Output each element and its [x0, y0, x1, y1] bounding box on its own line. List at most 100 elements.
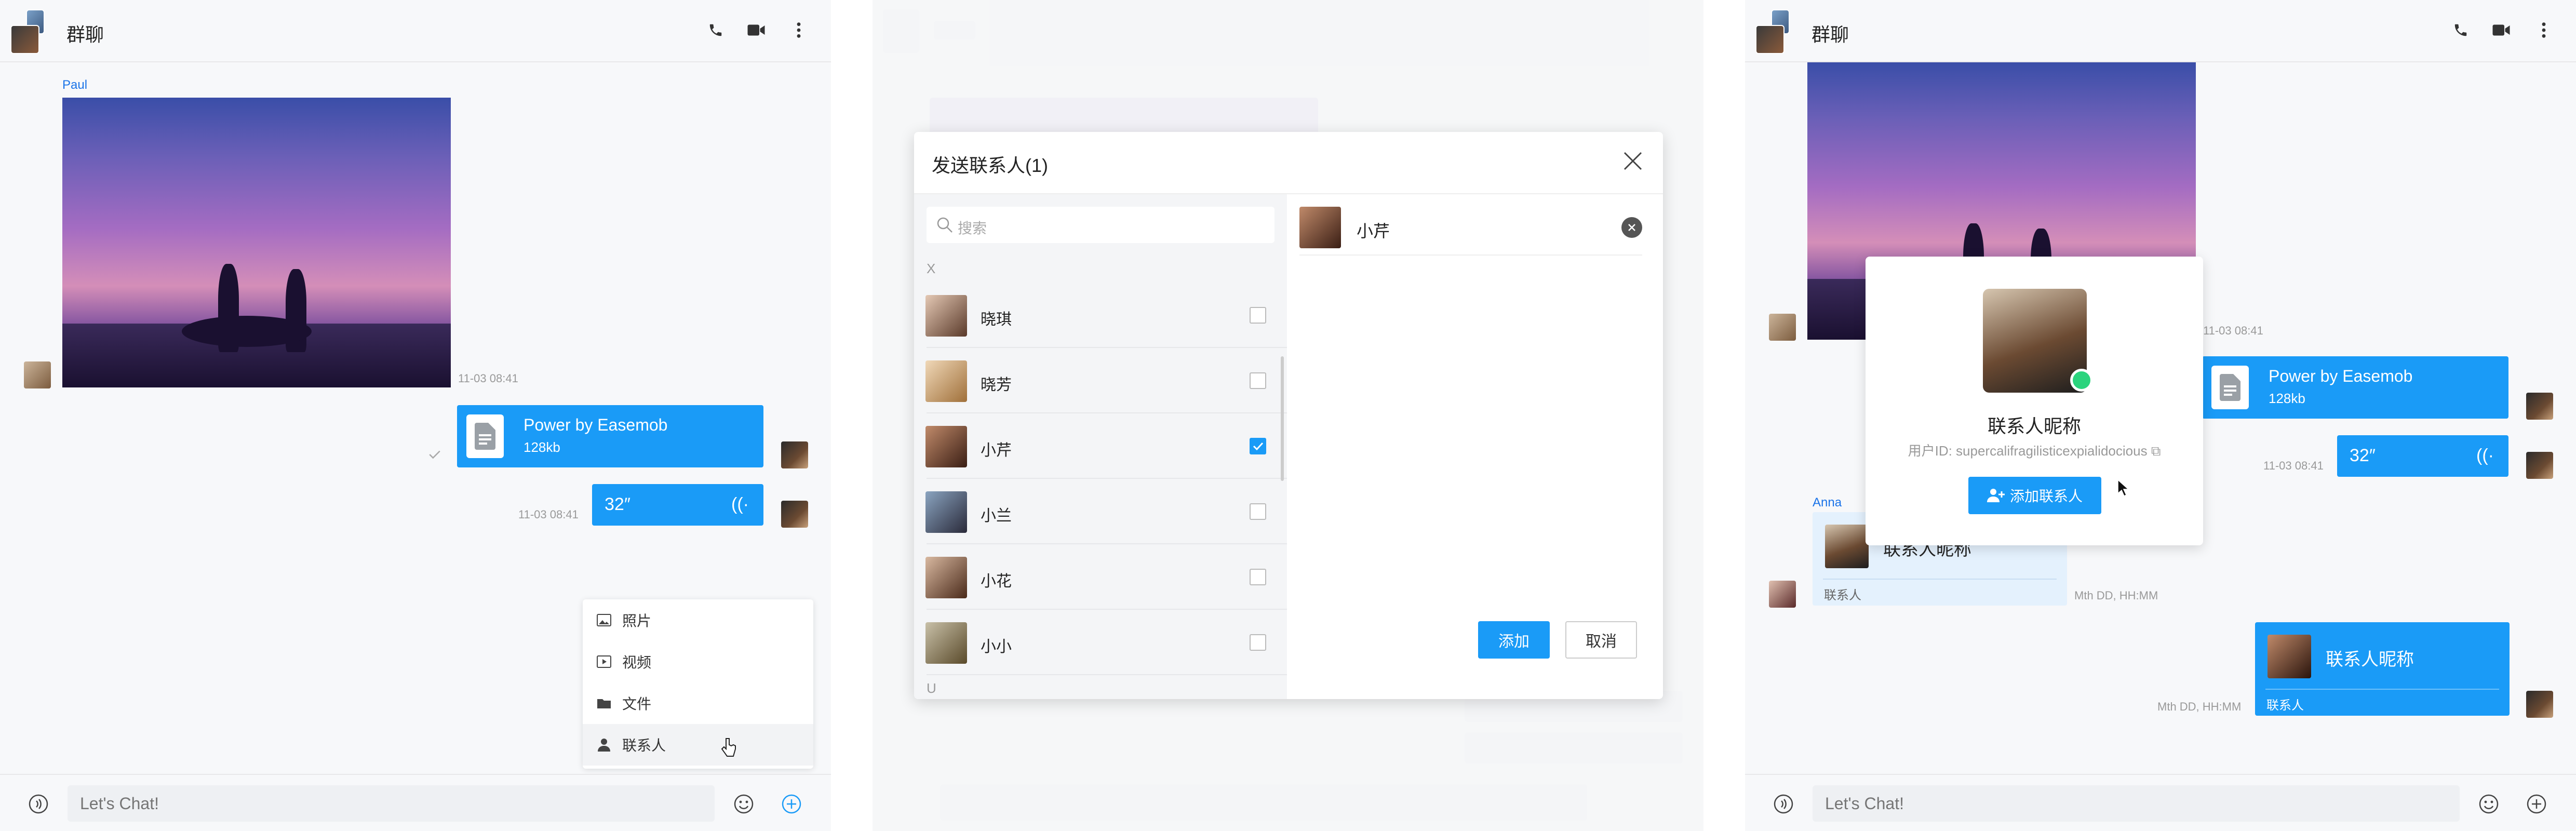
modal-title: 发送联系人(1) [932, 155, 1048, 176]
checkbox[interactable] [1250, 569, 1266, 585]
more-vertical-icon[interactable] [2532, 19, 2555, 42]
voice-duration: 32″ [605, 494, 630, 514]
scrollbar[interactable] [1281, 356, 1284, 481]
file-message[interactable]: Power by Easemob 128kb [457, 405, 763, 467]
attach-menu: 照片 视频 文件 联系人 [583, 599, 813, 769]
file-name: Power by Easemob [524, 416, 668, 434]
add-contact-button[interactable]: 添加联系人 [1968, 477, 2101, 514]
file-size: 128kb [524, 439, 560, 455]
voice-message[interactable]: 32″ ((· [2337, 435, 2508, 477]
add-button[interactable]: 添加 [1478, 621, 1550, 659]
timestamp: Mth DD, HH:MM [2157, 700, 2242, 713]
emoji-icon[interactable] [2476, 792, 2501, 816]
remove-icon[interactable] [1621, 217, 1642, 238]
more-vertical-icon[interactable] [787, 19, 810, 42]
folder-icon [596, 695, 612, 711]
checkbox[interactable] [1250, 372, 1266, 389]
search-input[interactable]: 搜索 [927, 207, 1274, 243]
avatar [925, 491, 967, 533]
file-size: 128kb [2269, 391, 2305, 406]
video-icon [596, 654, 612, 669]
voice-message[interactable]: 32″ ((· [592, 484, 763, 526]
timestamp: 11-03 08:41 [458, 372, 518, 385]
group-avatar[interactable] [1755, 9, 1790, 54]
chat-panel-send-contact: 发送联系人(1) 搜索 X 晓琪 晓芳 小芹 小兰 小花 小小 U 小芹 添加 … [873, 0, 1703, 831]
avatar[interactable] [1769, 581, 1796, 608]
composer [1745, 774, 2576, 831]
avatar[interactable] [2526, 393, 2553, 420]
chat-title: 群聊 [1812, 24, 1849, 45]
avatar [1299, 207, 1341, 248]
contact-row[interactable]: 小小 [914, 610, 1287, 675]
contact-row[interactable]: 小兰 [914, 479, 1287, 544]
avatar[interactable] [781, 501, 808, 528]
message-input[interactable] [68, 785, 715, 822]
timestamp: Mth DD, HH:MM [2074, 589, 2158, 602]
close-icon[interactable] [1618, 146, 1647, 176]
contact-row[interactable]: 晓琪 [914, 283, 1287, 348]
menu-item-file[interactable]: 文件 [583, 682, 813, 724]
avatar[interactable] [24, 361, 51, 388]
voice-wave-icon: ((· [2476, 446, 2494, 465]
file-name: Power by Easemob [2269, 367, 2413, 385]
avatar[interactable] [781, 441, 808, 468]
menu-item-video[interactable]: 视频 [583, 641, 813, 682]
add-person-icon [1987, 489, 2005, 502]
sender-name: Paul [62, 78, 88, 92]
contact-row[interactable]: 小花 [914, 544, 1287, 610]
video-camera-icon[interactable] [745, 19, 768, 42]
voice-icon[interactable] [26, 792, 51, 816]
chat-panel-attach-menu: 群聊 Paul 11-03 08:41 Power by Easemob 128… [0, 0, 831, 831]
online-status-icon [2070, 369, 2093, 392]
menu-item-photo[interactable]: 照片 [583, 599, 813, 641]
file-message[interactable]: Power by Easemob 128kb [2202, 356, 2508, 419]
message-input[interactable] [1813, 785, 2460, 822]
checkbox[interactable] [1250, 634, 1266, 651]
user-profile-card: 联系人昵称 用户ID: supercalifragilisticexpialid… [1866, 257, 2203, 545]
arrow-cursor-icon [2117, 479, 2132, 500]
emoji-icon[interactable] [731, 792, 756, 816]
group-avatar[interactable] [10, 9, 45, 54]
phone-icon[interactable] [704, 19, 727, 42]
contact-card-message[interactable]: 联系人昵称 联系人 [2255, 622, 2510, 716]
copy-icon[interactable]: ⧉ [2151, 443, 2161, 459]
timestamp: 11-03 08:41 [2203, 324, 2263, 337]
image-message[interactable] [62, 98, 451, 387]
section-letter: U [927, 680, 936, 696]
chat-title: 群聊 [66, 24, 104, 45]
chat-header: 群聊 [0, 0, 831, 62]
voice-icon[interactable] [1771, 792, 1796, 816]
read-check-icon [428, 448, 441, 461]
checkbox[interactable] [1250, 307, 1266, 324]
avatar [925, 557, 967, 598]
send-contact-modal: 发送联系人(1) 搜索 X 晓琪 晓芳 小芹 小兰 小花 小小 U 小芹 添加 … [914, 132, 1663, 699]
avatar [925, 622, 967, 664]
hand-cursor-icon [721, 738, 736, 758]
chat-panel-contact-card: 群聊 11-03 08:41 Power by Easemob 128kb 32… [1745, 0, 2576, 831]
avatar [925, 426, 967, 467]
avatar[interactable] [2526, 691, 2553, 718]
contact-row[interactable]: 晓芳 [914, 348, 1287, 413]
chat-header: 群聊 [1745, 0, 2576, 62]
avatar[interactable] [2526, 452, 2553, 479]
avatar [925, 295, 967, 337]
profile-user-id: 用户ID: supercalifragilisticexpialidocious… [1908, 443, 2161, 459]
selected-contact: 小芹 [1299, 205, 1642, 256]
profile-nickname: 联系人昵称 [1987, 416, 2081, 437]
file-icon [466, 414, 504, 458]
image-icon [596, 612, 612, 628]
avatar [1825, 525, 1869, 568]
avatar[interactable] [1769, 314, 1796, 341]
search-icon [936, 216, 954, 234]
cancel-button[interactable]: 取消 [1565, 621, 1637, 659]
checkbox[interactable] [1250, 503, 1266, 520]
video-camera-icon[interactable] [2490, 19, 2513, 42]
checkbox-checked[interactable] [1250, 438, 1266, 454]
plus-circle-icon[interactable] [779, 792, 804, 816]
section-letter: X [927, 261, 936, 276]
plus-circle-icon[interactable] [2524, 792, 2549, 816]
phone-icon[interactable] [2449, 19, 2472, 42]
contact-list: 搜索 X 晓琪 晓芳 小芹 小兰 小花 小小 U [914, 194, 1287, 699]
menu-item-contact[interactable]: 联系人 [583, 724, 813, 766]
contact-row[interactable]: 小芹 [914, 413, 1287, 479]
